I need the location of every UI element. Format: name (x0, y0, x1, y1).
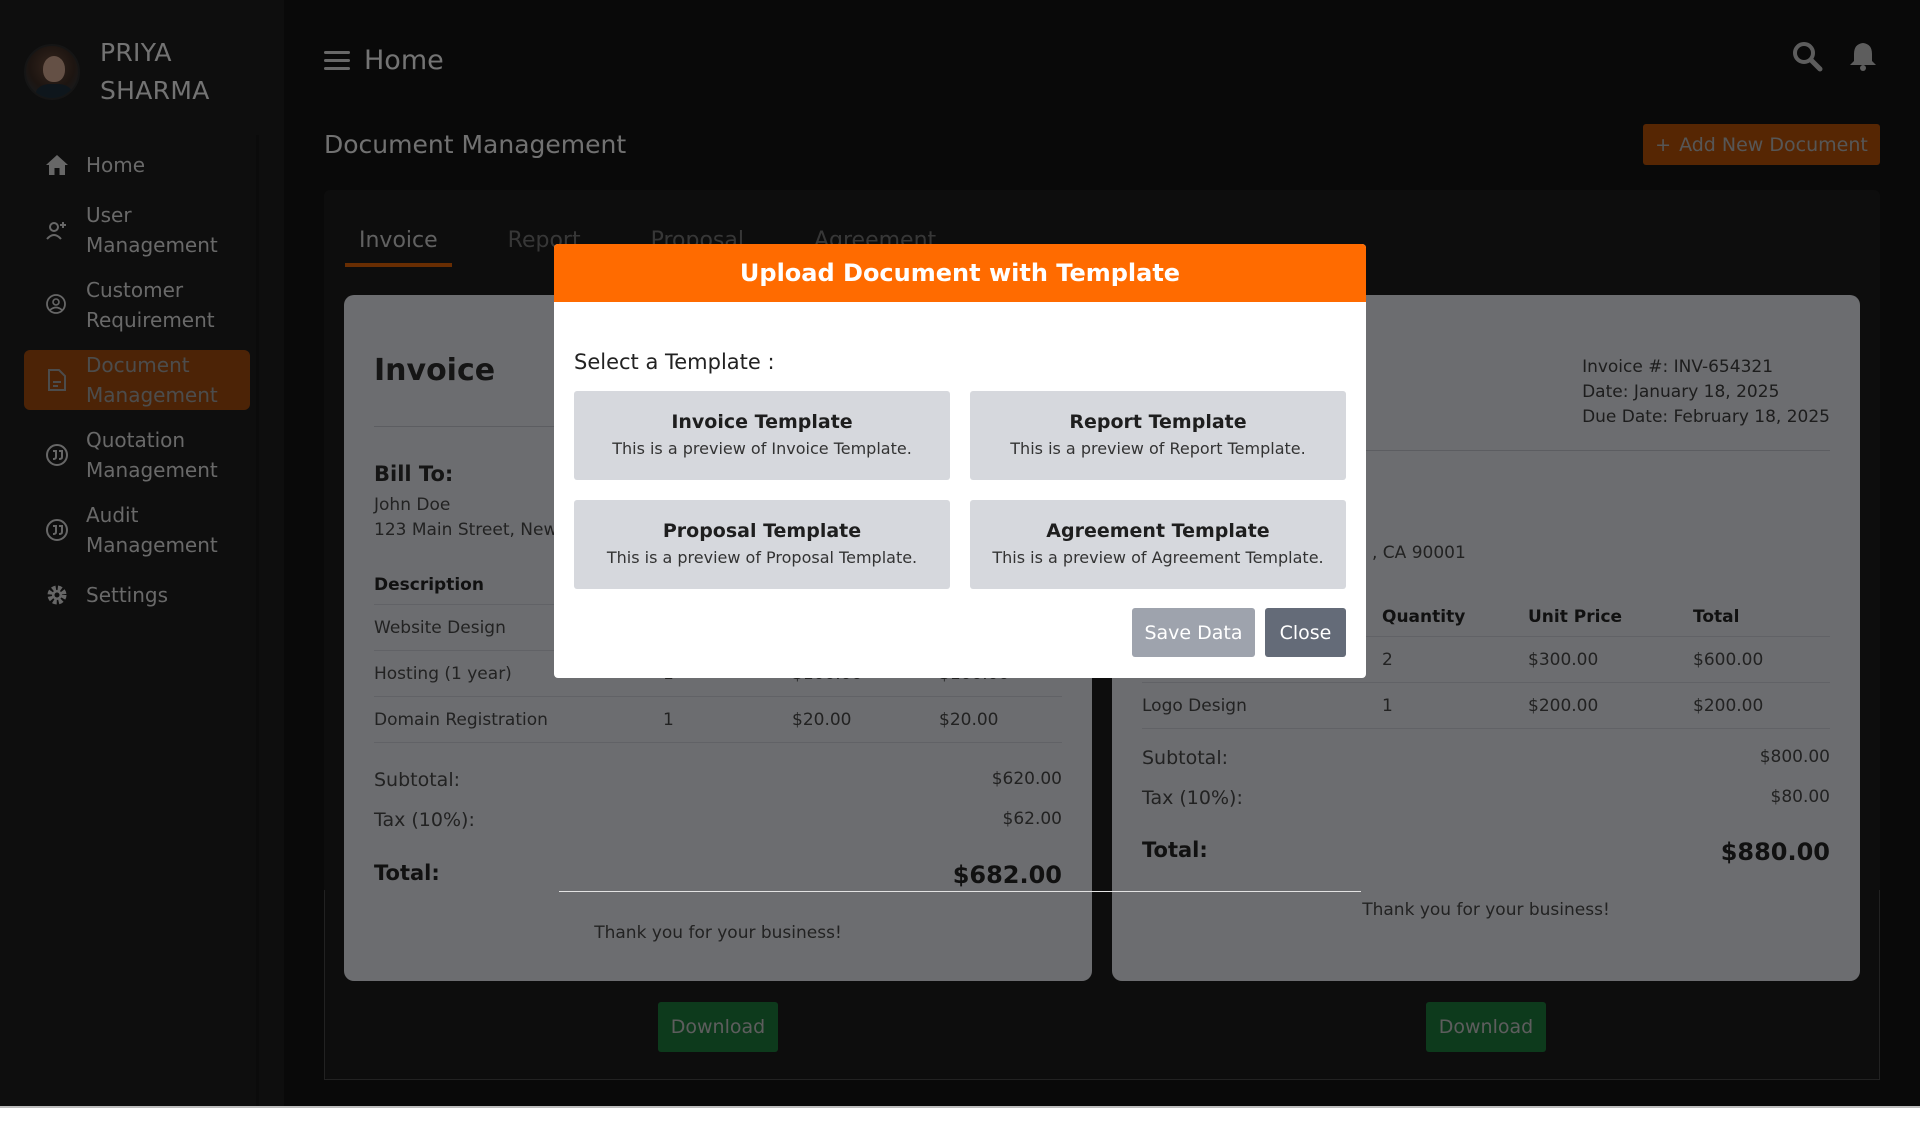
template-card-agreement[interactable]: Agreement Template This is a preview of … (970, 500, 1346, 589)
select-template-label: Select a Template : (574, 350, 775, 374)
save-data-button[interactable]: Save Data (1132, 608, 1255, 657)
app-root: PRIYA SHARMA Home UserManagement (0, 0, 1920, 1137)
modal-title: Upload Document with Template (554, 244, 1366, 302)
template-card-proposal[interactable]: Proposal Template This is a preview of P… (574, 500, 950, 589)
template-card-invoice[interactable]: Invoice Template This is a preview of In… (574, 391, 950, 480)
template-card-report[interactable]: Report Template This is a preview of Rep… (970, 391, 1346, 480)
upload-template-modal: Upload Document with Template Select a T… (554, 244, 1366, 678)
bottom-strip (0, 1106, 1920, 1137)
close-button[interactable]: Close (1265, 608, 1346, 657)
